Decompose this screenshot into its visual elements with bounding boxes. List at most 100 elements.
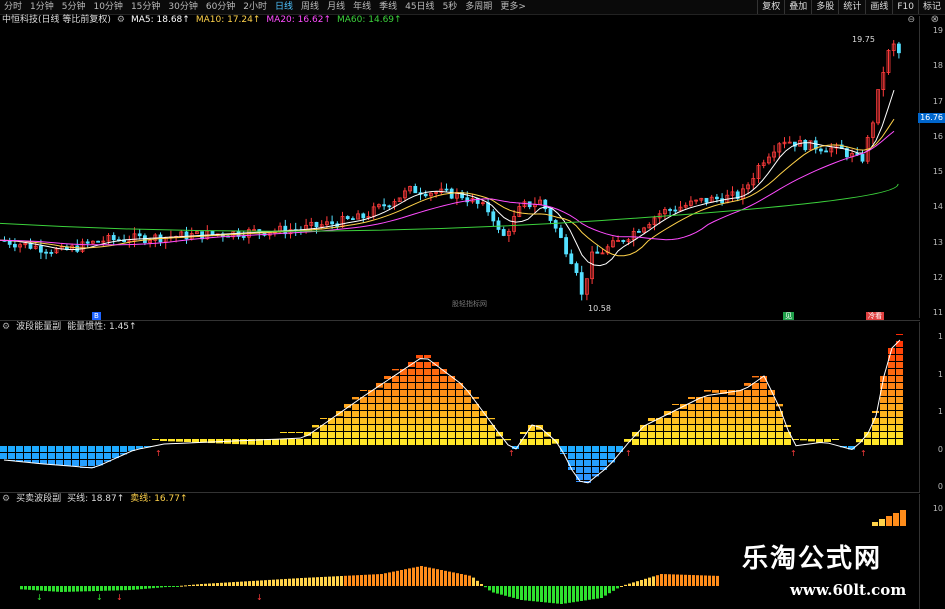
candle-body: [413, 185, 418, 194]
energy-bar-block: [448, 418, 455, 424]
energy-bar-block: [352, 425, 359, 431]
band-bar: [544, 586, 547, 603]
energy-bar-block: [280, 432, 287, 433]
candle-body: [12, 243, 17, 248]
energy-bar-block: [768, 418, 775, 424]
period-tab[interactable]: 日线: [271, 0, 297, 14]
band-bar: [504, 586, 507, 596]
energy-bar-block: [280, 439, 287, 445]
energy-bar-block: [896, 369, 903, 375]
band-bar: [336, 576, 339, 586]
period-tab[interactable]: 15分钟: [127, 0, 164, 14]
band-bar: [608, 586, 611, 594]
energy-histogram[interactable]: ↑ ↑ ↑ ↑ ↑: [0, 322, 920, 492]
band-bar: [588, 586, 591, 600]
period-tab[interactable]: 60分钟: [202, 0, 239, 14]
band-bar: [424, 566, 427, 586]
energy-bar-block: [872, 411, 879, 413]
band-bar: [660, 574, 663, 586]
period-tab[interactable]: 季线: [375, 0, 401, 14]
candle-body: [44, 251, 48, 254]
axis-tick-label: 15: [932, 167, 943, 176]
panel-divider: [0, 492, 920, 493]
energy-bar-block: [776, 418, 783, 424]
band-bar: [548, 586, 551, 603]
energy-bar-block: [728, 397, 735, 403]
band-bar: [460, 574, 463, 586]
toolbar-button[interactable]: 叠加: [784, 0, 811, 14]
energy-bar-block: [472, 439, 479, 445]
period-tab[interactable]: 10分钟: [89, 0, 126, 14]
energy-bar-block: [384, 404, 391, 410]
energy-bar-block: [888, 432, 895, 438]
energy-bar-block: [344, 425, 351, 431]
toolbar-button[interactable]: 统计: [838, 0, 865, 14]
period-tab[interactable]: 年线: [349, 0, 375, 14]
energy-bar-block: [392, 439, 399, 445]
energy-bar-block: [456, 411, 463, 417]
energy-bar-block: [352, 432, 359, 438]
period-tab[interactable]: 周线: [297, 0, 323, 14]
energy-bar-block: [392, 369, 399, 371]
band-bar: [560, 586, 563, 604]
band-bar: [476, 580, 479, 586]
energy-bar-block: [176, 439, 183, 442]
toolbar-button[interactable]: F10: [892, 0, 918, 14]
energy-bar-block: [752, 425, 759, 431]
band-bar: [328, 576, 331, 586]
band-bar: [472, 577, 475, 586]
band-bar: [652, 576, 655, 586]
energy-bar-block: [440, 376, 447, 382]
band-bar: [164, 586, 167, 588]
energy-bar-block: [16, 453, 23, 459]
period-tab[interactable]: 分时: [0, 0, 26, 14]
toolbar-button[interactable]: 画线: [865, 0, 892, 14]
energy-bar-block: [888, 376, 895, 382]
band-bar: [240, 581, 243, 586]
energy-bar-block: [648, 425, 655, 431]
period-tab[interactable]: 2小时: [239, 0, 271, 14]
energy-bar-block: [464, 397, 471, 403]
period-tab[interactable]: 月线: [323, 0, 349, 14]
energy-bar-block: [160, 439, 167, 441]
energy-bar-block: [680, 439, 687, 445]
axis-tick-label: 1: [937, 407, 943, 416]
period-tab[interactable]: 30分钟: [164, 0, 201, 14]
toolbar-button[interactable]: 复权: [757, 0, 784, 14]
energy-bar-block: [608, 446, 615, 452]
band-bar: [112, 586, 115, 591]
energy-bar-block: [672, 418, 679, 424]
low-price-label: 10.58: [588, 304, 611, 313]
energy-bar-block: [416, 418, 423, 424]
band-bar: [388, 572, 391, 586]
candle-body: [595, 251, 600, 254]
candlestick-chart[interactable]: [0, 16, 920, 318]
energy-bar-block: [672, 404, 679, 405]
toolbar-button[interactable]: 标记: [917, 0, 945, 14]
candle-body: [96, 240, 100, 243]
energy-bar-block: [680, 425, 687, 431]
period-tab[interactable]: 5分钟: [58, 0, 90, 14]
energy-bar-block: [392, 383, 399, 389]
energy-bar-block: [384, 432, 391, 438]
band-bar: [356, 575, 359, 586]
band-bar: [128, 586, 131, 591]
energy-bar-block: [392, 390, 399, 396]
band-bar: [516, 586, 519, 599]
period-tab[interactable]: 1分钟: [26, 0, 58, 14]
band-bar: [152, 586, 155, 589]
energy-bar-block: [360, 439, 367, 445]
energy-bar-block: [232, 439, 239, 445]
period-tab[interactable]: 多周期: [461, 0, 496, 14]
energy-bar-block: [880, 425, 887, 431]
energy-bar-block: [392, 432, 399, 438]
axis-tick-label: 18: [932, 61, 943, 71]
energy-bar-block: [408, 418, 415, 424]
period-tab[interactable]: 45日线: [401, 0, 438, 14]
energy-bar-block: [528, 439, 535, 445]
energy-bar-block: [712, 390, 719, 393]
energy-bar-block: [376, 404, 383, 410]
period-tab[interactable]: 5秒: [439, 0, 462, 14]
toolbar-button[interactable]: 多股: [811, 0, 838, 14]
period-tab[interactable]: 更多>: [496, 0, 530, 14]
